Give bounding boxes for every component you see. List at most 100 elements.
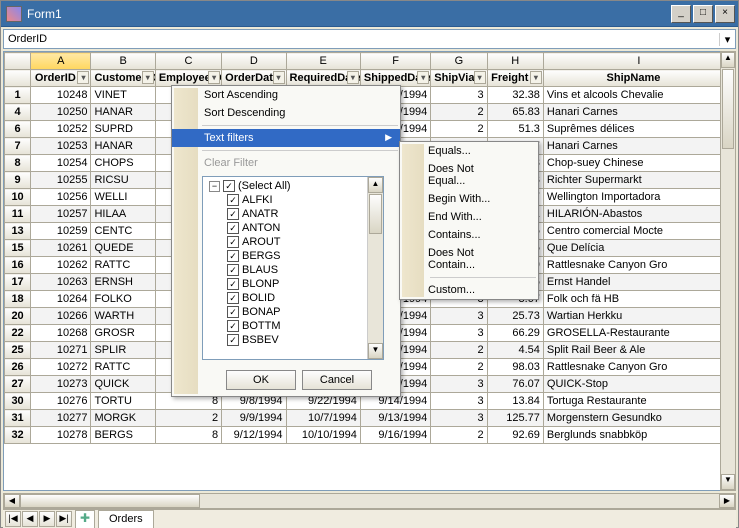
filter-item[interactable]: ANTON	[205, 221, 381, 235]
row-header[interactable]	[5, 70, 31, 87]
cell-orderid[interactable]: 10248	[31, 87, 91, 104]
filter-dropdown-icon[interactable]: ▾	[142, 71, 154, 84]
cell-shipname[interactable]: Richter Supermarkt	[543, 172, 734, 189]
collapse-icon[interactable]: −	[209, 181, 220, 192]
field-header-customerid[interactable]: CustomerID▾	[91, 70, 155, 87]
filter-item[interactable]: ANATR	[205, 207, 381, 221]
scroll-down-icon[interactable]: ▼	[368, 343, 383, 359]
checkbox[interactable]	[227, 334, 239, 346]
sheet-tab-orders[interactable]: Orders	[98, 510, 154, 528]
cell-orderid[interactable]: 10272	[31, 359, 91, 376]
filter-item[interactable]: AROUT	[205, 235, 381, 249]
cell-freight[interactable]: 65.83	[487, 104, 543, 121]
cell-customerid[interactable]: WARTH	[91, 308, 155, 325]
cell-orderid[interactable]: 10255	[31, 172, 91, 189]
row-header[interactable]: 8	[5, 155, 31, 172]
cell-orderid[interactable]: 10254	[31, 155, 91, 172]
cell-shipname[interactable]: Morgenstern Gesundko	[543, 410, 734, 427]
cell-shipname[interactable]: Vins et alcools Chevalie	[543, 87, 734, 104]
cell-shipvia[interactable]: 3	[431, 308, 487, 325]
row-header[interactable]: 9	[5, 172, 31, 189]
cell-shipname[interactable]: Wartian Herkku	[543, 308, 734, 325]
ok-button[interactable]: OK	[226, 370, 296, 390]
cell-shipname[interactable]: Tortuga Restaurante	[543, 393, 734, 410]
row-header[interactable]: 22	[5, 325, 31, 342]
cell-orderid[interactable]: 10259	[31, 223, 91, 240]
filter-item[interactable]: BLONP	[205, 277, 381, 291]
menu-not-contain[interactable]: Does Not Contain...	[400, 244, 538, 274]
row-header[interactable]: 32	[5, 427, 31, 444]
maximize-button[interactable]: □	[693, 5, 713, 23]
cell-employeeid[interactable]: 2	[155, 410, 221, 427]
col-letter-F[interactable]: F	[360, 53, 430, 70]
cell-customerid[interactable]: VINET	[91, 87, 155, 104]
filter-dropdown-icon[interactable]: ▾	[208, 71, 220, 84]
menu-equals[interactable]: Equals...	[400, 142, 538, 160]
cell-orderid[interactable]: 10262	[31, 257, 91, 274]
cell-shipname[interactable]: Ernst Handel	[543, 274, 734, 291]
filter-dropdown-icon[interactable]: ▾	[474, 71, 486, 84]
field-header-freight[interactable]: Freight▾	[487, 70, 543, 87]
filter-item[interactable]: BONAP	[205, 305, 381, 319]
cell-orderid[interactable]: 10264	[31, 291, 91, 308]
row-header[interactable]: 16	[5, 257, 31, 274]
cell-orderid[interactable]: 10261	[31, 240, 91, 257]
field-header-orderdate[interactable]: OrderDate▾	[222, 70, 286, 87]
cell-orderdate[interactable]: 9/12/1994	[222, 427, 286, 444]
tab-nav-next[interactable]: ▶	[39, 511, 55, 527]
cell-orderid[interactable]: 10276	[31, 393, 91, 410]
row-header[interactable]: 17	[5, 274, 31, 291]
menu-not-equal[interactable]: Does Not Equal...	[400, 160, 538, 190]
filter-dropdown-icon[interactable]: ▾	[77, 71, 89, 84]
checkbox[interactable]	[223, 180, 235, 192]
cell-shippeddate[interactable]: 9/16/1994	[360, 427, 430, 444]
filter-item[interactable]: ALFKI	[205, 193, 381, 207]
cell-customerid[interactable]: WELLI	[91, 189, 155, 206]
checkbox[interactable]	[227, 306, 239, 318]
cell-customerid[interactable]: QUICK	[91, 376, 155, 393]
field-header-shipvia[interactable]: ShipVia▾	[431, 70, 487, 87]
checkbox[interactable]	[227, 292, 239, 304]
tab-nav-last[interactable]: ▶|	[56, 511, 72, 527]
scroll-up-icon[interactable]: ▲	[368, 177, 383, 193]
col-letter-D[interactable]: D	[222, 53, 286, 70]
cell-freight[interactable]: 76.07	[487, 376, 543, 393]
checkbox[interactable]	[227, 236, 239, 248]
col-letter-A[interactable]: A	[31, 53, 91, 70]
cell-shippeddate[interactable]: 9/13/1994	[360, 410, 430, 427]
cell-customerid[interactable]: SPLIR	[91, 342, 155, 359]
row-header[interactable]: 25	[5, 342, 31, 359]
cell-freight[interactable]: 4.54	[487, 342, 543, 359]
cell-customerid[interactable]: TORTU	[91, 393, 155, 410]
minimize-button[interactable]: _	[671, 5, 691, 23]
checkbox[interactable]	[227, 208, 239, 220]
cell-shipname[interactable]: GROSELLA-Restaurante	[543, 325, 734, 342]
cell-freight[interactable]: 98.03	[487, 359, 543, 376]
filter-item[interactable]: BOLID	[205, 291, 381, 305]
cell-customerid[interactable]: SUPRD	[91, 121, 155, 138]
scroll-thumb[interactable]	[20, 494, 200, 508]
cell-freight[interactable]: 66.29	[487, 325, 543, 342]
field-header-orderid[interactable]: OrderID▾	[31, 70, 91, 87]
cell-orderid[interactable]: 10266	[31, 308, 91, 325]
filter-item[interactable]: BSBEV	[205, 333, 381, 347]
scroll-thumb[interactable]	[722, 69, 734, 149]
cell-shipname[interactable]: Rattlesnake Canyon Gro	[543, 257, 734, 274]
cell-freight[interactable]: 92.69	[487, 427, 543, 444]
menu-custom[interactable]: Custom...	[400, 281, 538, 299]
name-box-dropdown-icon[interactable]: ▾	[719, 33, 735, 46]
cell-customerid[interactable]: RATTC	[91, 257, 155, 274]
cell-requireddate[interactable]: 10/7/1994	[286, 410, 360, 427]
col-letter-E[interactable]: E	[286, 53, 360, 70]
name-box[interactable]: OrderID ▾	[3, 29, 736, 49]
cell-orderid[interactable]: 10263	[31, 274, 91, 291]
row-header[interactable]: 6	[5, 121, 31, 138]
cell-shipname[interactable]: Split Rail Beer & Ale	[543, 342, 734, 359]
scroll-thumb[interactable]	[369, 194, 382, 234]
corner-cell[interactable]	[5, 53, 31, 70]
cell-shipvia[interactable]: 2	[431, 359, 487, 376]
row-header[interactable]: 26	[5, 359, 31, 376]
cell-customerid[interactable]: ERNSH	[91, 274, 155, 291]
checkbox[interactable]	[227, 222, 239, 234]
row-header[interactable]: 27	[5, 376, 31, 393]
